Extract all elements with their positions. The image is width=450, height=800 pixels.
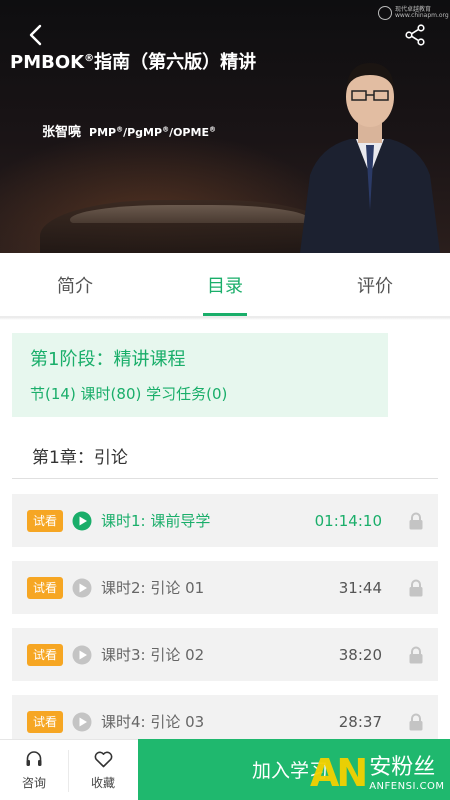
lock-icon <box>409 646 423 663</box>
back-arrow-icon[interactable] <box>24 22 50 48</box>
consult-button[interactable]: 咨询 <box>0 740 68 800</box>
trial-badge: 试看 <box>27 576 63 599</box>
course-title: PMBOK®指南（第六版）精讲 <box>10 48 256 74</box>
stage-stats: 节(14) 课时(80) 学习任务(0) <box>30 385 228 403</box>
cred-sup-3: ® <box>208 125 216 134</box>
brand-logo-line2: www.chinapm.org <box>395 12 449 19</box>
lesson-item[interactable]: 试看 课时3: 引论 02 38:20 <box>12 628 438 681</box>
watermark-cn: 安粉丝 <box>369 754 436 780</box>
tab-shadow <box>0 317 450 320</box>
book-pages <box>70 205 310 223</box>
play-icon <box>72 645 92 664</box>
lesson-item[interactable]: 试看 课时2: 引论 01 31:44 <box>12 561 438 614</box>
lecturer-name: 张智喨 <box>42 125 82 140</box>
lesson-item[interactable]: 试看 课时1: 课前导学 01:14:10 <box>12 494 438 547</box>
lecturer-creds: PMP®/PgMP®/OPME® <box>89 125 216 139</box>
tab-catalog[interactable]: 目录 <box>150 253 300 316</box>
cred-pmp: PMP <box>89 126 117 139</box>
lock-icon <box>409 579 423 596</box>
heart-icon <box>94 751 112 767</box>
trial-badge: 试看 <box>27 643 63 666</box>
course-title-rest: 指南（第六版）精讲 <box>94 52 257 73</box>
share-icon[interactable] <box>404 24 426 46</box>
trial-badge: 试看 <box>27 710 63 733</box>
course-title-main: PMBOK <box>10 52 85 73</box>
lesson-name: 课时3: 引论 02 <box>101 646 205 664</box>
watermark-logo: AN <box>310 751 368 795</box>
site-watermark: AN 安粉丝 ANFENSI.COM <box>310 748 445 798</box>
watermark-en: ANFENSI.COM <box>369 780 445 792</box>
stage-title: 第1阶段：精讲课程 <box>30 349 186 370</box>
brand-logo-icon <box>378 6 392 20</box>
stage-card[interactable]: 第1阶段：精讲课程 节(14) 课时(80) 学习任务(0) <box>12 333 388 417</box>
headset-icon <box>26 751 42 766</box>
chapter-title[interactable]: 第1章：引论 <box>12 440 438 479</box>
cred-sup-2: ® <box>162 125 170 134</box>
cred-pgmp: /PgMP <box>123 126 163 139</box>
lesson-duration: 38:20 <box>338 645 382 664</box>
favorite-button[interactable]: 收藏 <box>69 740 137 800</box>
tab-reviews[interactable]: 评价 <box>300 253 450 316</box>
lock-icon <box>409 713 423 730</box>
favorite-label: 收藏 <box>90 775 115 790</box>
brand-logo: 现代卓越教育 www.chinapm.org <box>378 6 449 20</box>
play-icon <box>72 511 92 530</box>
tab-intro[interactable]: 简介 <box>0 253 150 316</box>
lesson-name: 课时4: 引论 03 <box>101 713 205 731</box>
play-icon <box>72 578 92 597</box>
lecturer-credentials: 张智喨 PMP®/PgMP®/OPME® <box>42 121 216 140</box>
tab-bar: 简介 目录 评价 <box>0 253 450 317</box>
consult-label: 咨询 <box>21 776 46 790</box>
cred-opme: /OPME <box>169 126 209 139</box>
lock-icon <box>409 512 423 529</box>
lesson-duration: 28:37 <box>338 712 382 731</box>
lesson-name: 课时1: 课前导学 <box>101 512 211 530</box>
lesson-duration: 31:44 <box>338 578 382 597</box>
play-icon <box>72 712 92 731</box>
course-cover: 现代卓越教育 www.chinapm.org PMBOK®指南（第六版）精讲 张… <box>0 0 450 253</box>
lecturer-image <box>300 63 440 253</box>
lesson-duration: 01:14:10 <box>314 511 382 530</box>
course-title-sup: ® <box>84 53 95 64</box>
lesson-name: 课时2: 引论 01 <box>101 579 205 597</box>
trial-badge: 试看 <box>27 509 63 532</box>
